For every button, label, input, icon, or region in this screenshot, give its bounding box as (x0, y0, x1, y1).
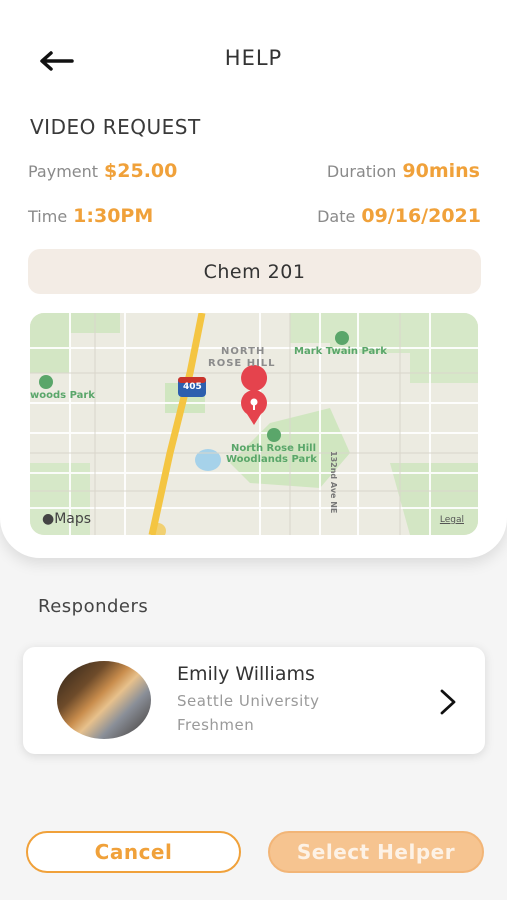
location-map[interactable]: NORTH ROSE HILL Mark Twain Park woods Pa… (30, 313, 478, 535)
payment-label: Payment (28, 162, 99, 181)
page-title: HELP (224, 46, 283, 70)
responder-item[interactable]: Emily Williams Seattle University Freshm… (23, 647, 485, 754)
duration-label: Duration (326, 162, 397, 181)
responder-name: Emily Williams (177, 663, 315, 685)
date-label: Date (317, 207, 356, 226)
request-card: HELP VIDEO REQUEST Payment $25.00 Duratio… (0, 0, 507, 558)
payment-value: $25.00 (104, 160, 178, 182)
cancel-button[interactable]: Cancel (26, 831, 241, 873)
responder-year: Freshmen (177, 716, 255, 734)
time-row: Time 1:30PM (28, 205, 153, 227)
map-label-nrh-2: Woodlands Park (226, 454, 317, 465)
responder-school: Seattle University (177, 692, 320, 710)
map-label-north: NORTH (221, 346, 266, 357)
apple-logo-icon: ● (42, 511, 55, 527)
request-type-label: VIDEO REQUEST (30, 115, 201, 139)
map-label-woods-park: woods Park (30, 390, 95, 401)
maps-brand: ●Maps (42, 511, 92, 527)
chevron-right-icon (440, 689, 456, 715)
payment-row: Payment $25.00 (28, 160, 177, 182)
course-badge: Chem 201 (28, 249, 481, 294)
map-label-nrh-1: North Rose Hill (231, 443, 316, 454)
time-value: 1:30PM (73, 205, 154, 227)
map-legal-link[interactable]: Legal (440, 515, 464, 525)
date-value: 09/16/2021 (361, 205, 481, 227)
date-row: Date 09/16/2021 (317, 205, 481, 227)
duration-row: Duration 90mins (327, 160, 480, 182)
responders-title: Responders (38, 596, 149, 617)
time-label: Time (28, 207, 68, 226)
highway-shield-label: 405 (183, 382, 202, 392)
duration-value: 90mins (402, 160, 480, 182)
avatar (57, 661, 151, 739)
select-helper-button[interactable]: Select Helper (268, 831, 484, 873)
map-label-street: 132nd Ave NE (329, 451, 338, 514)
map-label-mark-twain: Mark Twain Park (294, 346, 387, 357)
map-label-rose-hill: ROSE HILL (208, 358, 276, 369)
